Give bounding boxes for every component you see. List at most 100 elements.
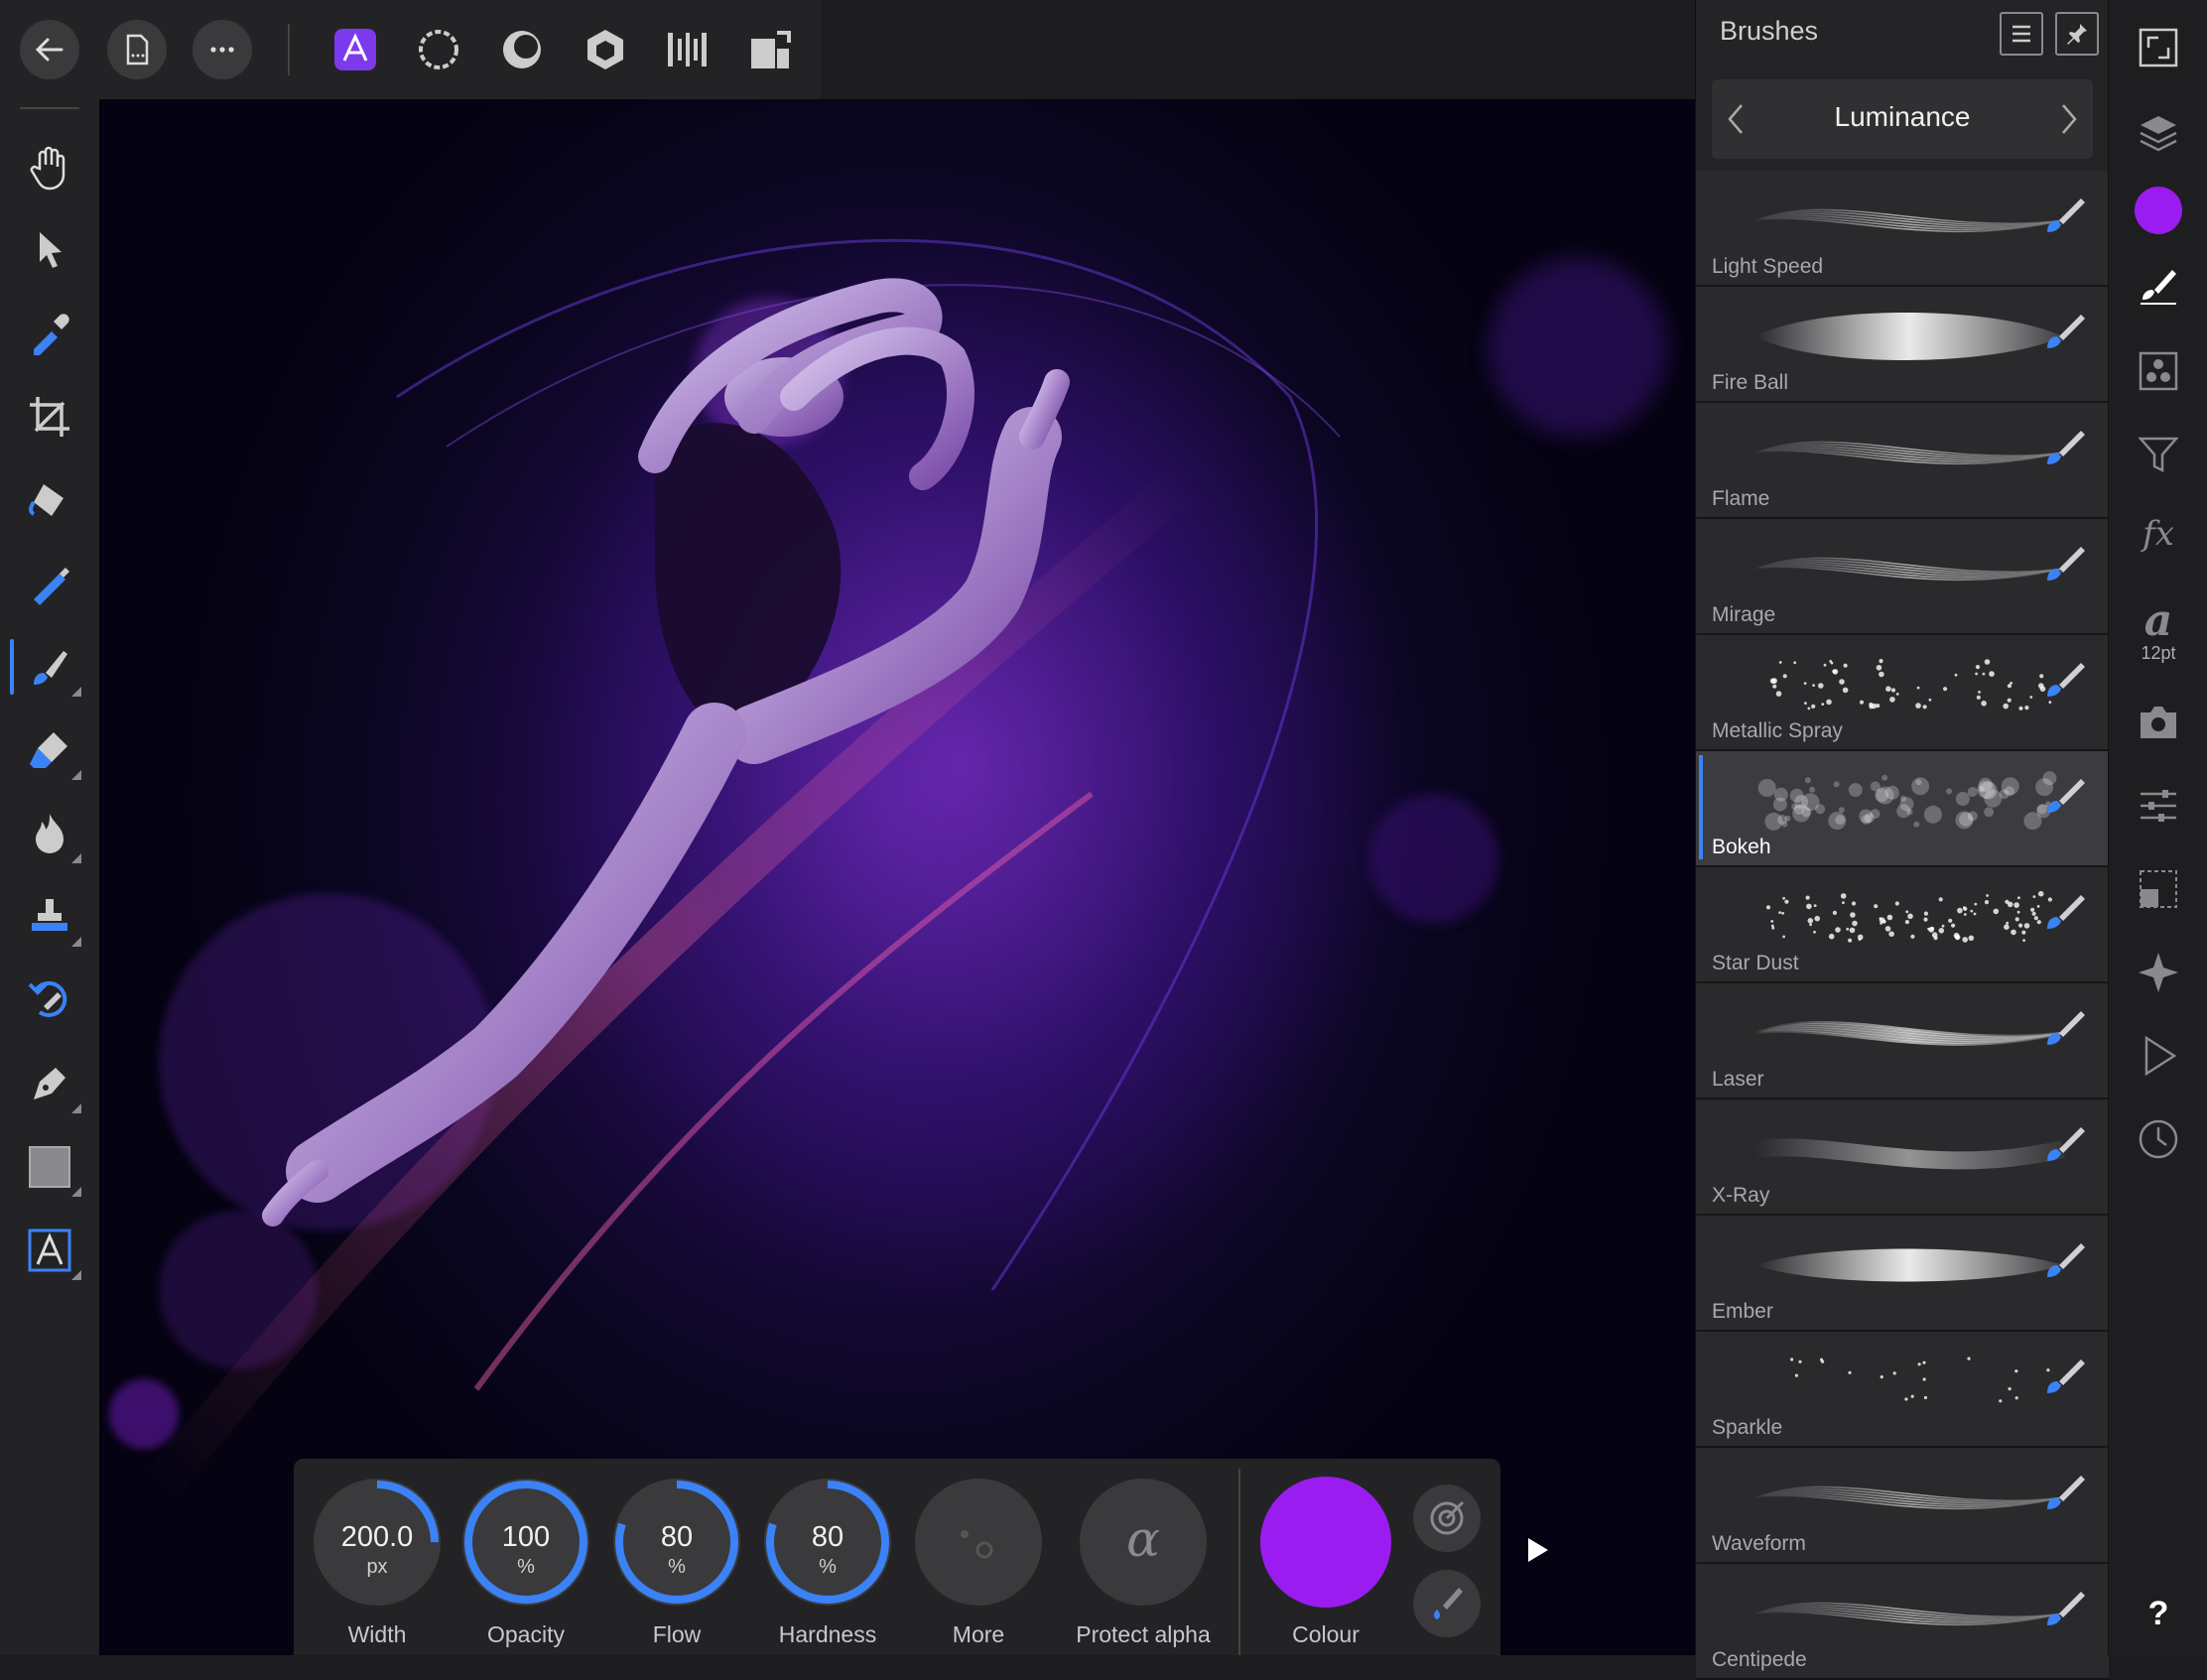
edit-brush-icon[interactable] bbox=[2039, 1468, 2089, 1517]
colour-studio-button[interactable] bbox=[2131, 183, 2186, 238]
brush-name: Star Dust bbox=[1712, 952, 1799, 974]
hardness-control[interactable]: 80 % Hardness bbox=[760, 1477, 895, 1648]
fullscreen-button[interactable] bbox=[2131, 20, 2186, 75]
brush-item[interactable]: X-Ray bbox=[1696, 1099, 2109, 1216]
tone-mapping-persona-button[interactable] bbox=[578, 22, 633, 77]
colour-control[interactable]: Colour bbox=[1258, 1477, 1393, 1648]
transform-studio-button[interactable] bbox=[2131, 861, 2186, 917]
snapshot-studio-button[interactable] bbox=[2131, 695, 2186, 750]
panel-menu-button[interactable] bbox=[2000, 12, 2043, 56]
text-studio-button[interactable]: a 12pt bbox=[2131, 591, 2186, 671]
brush-item[interactable]: Laser bbox=[1696, 983, 2109, 1099]
selection-brush-tool[interactable] bbox=[18, 552, 81, 615]
brushes-studio-button[interactable] bbox=[2131, 258, 2186, 314]
paint-brush-tool[interactable] bbox=[10, 635, 81, 699]
navigator-studio-button[interactable] bbox=[2131, 945, 2186, 1000]
tone-mapping-persona-icon bbox=[587, 30, 623, 69]
brush-item[interactable]: Metallic Spray bbox=[1696, 635, 2109, 751]
more-menu-button[interactable] bbox=[193, 20, 252, 79]
more-dial[interactable] bbox=[913, 1477, 1044, 1608]
channels-icon bbox=[2139, 351, 2178, 391]
flow-label: Flow bbox=[652, 1621, 702, 1647]
edit-brush-icon[interactable] bbox=[2039, 539, 2089, 588]
move-tool[interactable] bbox=[18, 218, 81, 282]
edit-brush-icon[interactable] bbox=[2039, 1352, 2089, 1401]
hand-tool[interactable] bbox=[18, 135, 81, 198]
current-colour-swatch bbox=[2135, 187, 2182, 234]
protect-alpha-control[interactable]: α Protect alpha bbox=[1058, 1477, 1229, 1648]
flood-fill-tool[interactable] bbox=[18, 468, 81, 532]
more-control[interactable]: More bbox=[911, 1477, 1046, 1648]
text-tool[interactable] bbox=[18, 1219, 81, 1282]
undo-brush-tool[interactable] bbox=[18, 969, 81, 1032]
edit-brush-icon[interactable] bbox=[2039, 887, 2089, 937]
brush-settings-button[interactable] bbox=[1413, 1570, 1481, 1637]
brush-stroke-preview bbox=[1769, 659, 2052, 711]
develop-persona-button[interactable] bbox=[494, 22, 550, 77]
macro-studio-button[interactable] bbox=[2131, 1028, 2186, 1084]
brush-item[interactable]: Light Speed bbox=[1696, 171, 2109, 287]
history-studio-button[interactable] bbox=[2131, 1111, 2186, 1167]
back-button[interactable] bbox=[20, 20, 79, 79]
brush-item[interactable]: Star Dust bbox=[1696, 867, 2109, 983]
category-selector[interactable]: Luminance bbox=[1712, 79, 2093, 159]
edit-brush-icon[interactable] bbox=[2039, 191, 2089, 240]
play-icon bbox=[2144, 1035, 2177, 1077]
edit-brush-icon[interactable] bbox=[2039, 307, 2089, 356]
help-button[interactable]: ? bbox=[2131, 1586, 2186, 1641]
burn-brush-tool[interactable] bbox=[18, 802, 81, 865]
brush-stroke-preview bbox=[1754, 208, 2064, 233]
rectangle-tool[interactable] bbox=[18, 1135, 81, 1199]
hardness-label: Hardness bbox=[778, 1621, 877, 1647]
filters-studio-button[interactable] bbox=[2131, 427, 2186, 482]
photo-persona-button[interactable] bbox=[327, 22, 383, 77]
brush-item[interactable]: Sparkle bbox=[1696, 1332, 2109, 1448]
brush-item[interactable]: Ember bbox=[1696, 1216, 2109, 1332]
edit-brush-icon[interactable] bbox=[2039, 1584, 2089, 1633]
brush-item[interactable]: Mirage bbox=[1696, 519, 2109, 635]
brush-item[interactable]: Flame bbox=[1696, 403, 2109, 519]
wet-edges-button[interactable] bbox=[1413, 1485, 1481, 1552]
edit-brush-icon[interactable] bbox=[2039, 1003, 2089, 1053]
crop-tool-icon bbox=[30, 397, 69, 437]
fx-studio-button[interactable]: fx bbox=[2131, 506, 2186, 562]
hardness-unit: % bbox=[819, 1556, 837, 1578]
export-persona-button[interactable] bbox=[659, 22, 714, 77]
expand-toolbar-arrow-icon[interactable] bbox=[1526, 1536, 1550, 1564]
colour-swatch[interactable] bbox=[1260, 1477, 1391, 1608]
edit-brush-icon[interactable] bbox=[2039, 1235, 2089, 1285]
chevron-right-icon[interactable] bbox=[2053, 101, 2083, 137]
brush-list: Light Speed Fire Ball Flame Mirage Metallic … bbox=[1696, 171, 2109, 1680]
brush-drop-icon bbox=[1434, 1588, 1463, 1619]
adjustments-studio-button[interactable] bbox=[2131, 778, 2186, 834]
edit-brush-icon[interactable] bbox=[2039, 423, 2089, 472]
document-canvas[interactable] bbox=[99, 99, 1695, 1655]
context-toolbar: 200.0 px Width 100 % Opacity 80 % Flow 8… bbox=[294, 1459, 1500, 1655]
document-icon bbox=[126, 34, 149, 65]
edit-brush-icon[interactable] bbox=[2039, 655, 2089, 705]
pen-tool[interactable] bbox=[18, 1052, 81, 1115]
crop-tool[interactable] bbox=[18, 385, 81, 449]
liquify-persona-button[interactable] bbox=[411, 22, 466, 77]
brush-item[interactable]: Bokeh bbox=[1696, 751, 2109, 867]
category-name: Luminance bbox=[1834, 101, 1971, 132]
layout-persona-button[interactable] bbox=[742, 22, 798, 77]
flow-control[interactable]: 80 % Flow bbox=[609, 1477, 744, 1648]
channels-studio-button[interactable] bbox=[2131, 343, 2186, 399]
pin-panel-button[interactable] bbox=[2055, 12, 2099, 56]
edit-brush-icon[interactable] bbox=[2039, 771, 2089, 821]
brush-item[interactable]: Fire Ball bbox=[1696, 287, 2109, 403]
layers-studio-button[interactable] bbox=[2131, 105, 2186, 161]
opacity-control[interactable]: 100 % Opacity bbox=[458, 1477, 593, 1648]
erase-brush-tool[interactable] bbox=[18, 718, 81, 782]
width-control[interactable]: 200.0 px Width bbox=[310, 1477, 445, 1648]
brush-stroke-preview bbox=[1754, 1486, 2064, 1510]
pen-tool-icon bbox=[34, 1068, 65, 1099]
brush-item[interactable]: Waveform bbox=[1696, 1448, 2109, 1564]
export-persona-icon bbox=[668, 33, 707, 66]
brush-item[interactable]: Centipede bbox=[1696, 1564, 2109, 1680]
colour-picker-tool[interactable] bbox=[18, 302, 81, 365]
clone-brush-tool[interactable] bbox=[18, 885, 81, 949]
edit-brush-icon[interactable] bbox=[2039, 1119, 2089, 1169]
document-button[interactable] bbox=[107, 20, 167, 79]
